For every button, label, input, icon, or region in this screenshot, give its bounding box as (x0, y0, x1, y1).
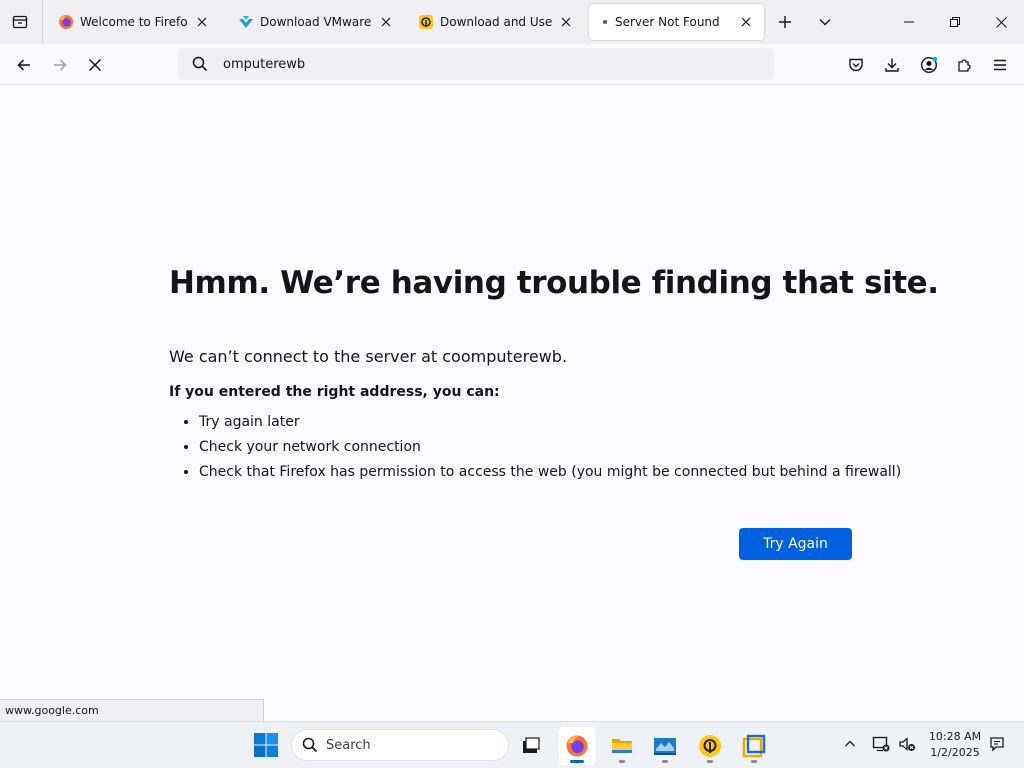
stop-icon (88, 58, 102, 72)
firefox-view-button[interactable] (6, 8, 34, 36)
back-button[interactable] (9, 50, 39, 80)
network-status-button[interactable] (871, 734, 891, 754)
suggestions-lead: If you entered the right address, you ca… (169, 384, 500, 400)
tab-download-ldplayer[interactable]: Download and Use LDP (404, 4, 584, 40)
monitor-app-icon (654, 738, 676, 755)
minimize-icon (904, 21, 914, 23)
task-view-icon (523, 737, 540, 753)
taskbar-virtualbox[interactable] (736, 727, 772, 765)
task-view-button[interactable] (513, 727, 549, 765)
running-indicator (707, 760, 713, 763)
vmware-download-icon (238, 14, 254, 30)
restore-icon (950, 17, 960, 27)
folder-icon (612, 739, 632, 753)
page-content: Hmm. We’re having trouble finding that s… (0, 85, 1024, 721)
tab-close-icon[interactable] (738, 14, 754, 30)
address-bar[interactable] (178, 48, 774, 80)
tab-strip: Welcome to Firefox Download VMware Wo Do… (0, 0, 1024, 44)
active-indicator (570, 760, 584, 763)
clock-time: 10:28 AM (928, 730, 982, 743)
firefox-view-icon (12, 15, 28, 29)
notifications-button[interactable] (987, 734, 1007, 754)
try-again-button[interactable]: Try Again (739, 528, 852, 560)
forward-button[interactable] (45, 50, 75, 80)
arrow-right-icon (54, 59, 67, 71)
start-button[interactable] (253, 732, 279, 758)
restore-button[interactable] (932, 0, 978, 44)
loading-dot-icon (603, 20, 607, 24)
account-button[interactable] (914, 50, 944, 80)
clock-date: 1/2/2025 (930, 746, 980, 759)
tab-download-vmware[interactable]: Download VMware Wo (224, 4, 404, 40)
taskbar-firefox[interactable] (559, 727, 595, 765)
show-hidden-icons-button[interactable] (840, 734, 860, 754)
tab-title: Welcome to Firefox (80, 15, 188, 29)
status-panel-url: www.google.com (0, 699, 264, 721)
search-icon (302, 737, 318, 753)
speaker-muted-icon (899, 737, 915, 751)
ldplayer-icon (699, 735, 721, 757)
list-item: Check that Firefox has permission to acc… (199, 464, 901, 480)
running-indicator (751, 760, 757, 763)
notification-bell-icon (990, 737, 1004, 752)
tab-strip-separator (42, 0, 43, 44)
running-indicator (662, 760, 668, 763)
pocket-icon (849, 58, 863, 72)
list-all-tabs-button[interactable] (811, 8, 839, 36)
extensions-button[interactable] (949, 50, 979, 80)
tab-welcome-to-firefox[interactable]: Welcome to Firefox (44, 4, 220, 40)
running-indicator (619, 760, 625, 763)
volume-button[interactable] (897, 734, 917, 754)
list-item: Check your network connection (199, 439, 869, 455)
tab-title: Download VMware Wo (260, 15, 372, 29)
windows-taskbar: Search 10:28 AM 1/2/2025 (0, 721, 1024, 768)
tab-close-icon[interactable] (194, 14, 210, 30)
firefox-icon (58, 14, 74, 30)
error-title: Hmm. We’re having trouble finding that s… (169, 265, 939, 301)
puzzle-icon (958, 59, 971, 72)
close-icon (995, 16, 1007, 28)
search-label: Search (326, 737, 371, 753)
cube-app-icon (742, 734, 766, 758)
error-message: Hmm. We’re having trouble finding that s… (169, 265, 939, 489)
new-tab-button[interactable] (771, 8, 799, 36)
taskbar-file-explorer[interactable] (604, 727, 640, 765)
tab-title: Server Not Found (615, 15, 720, 29)
taskbar-clock[interactable]: 10:28 AM 1/2/2025 (924, 729, 986, 761)
chevron-up-icon (845, 740, 855, 747)
tab-title: Download and Use LDP (440, 15, 552, 29)
navigation-toolbar (0, 44, 1024, 85)
taskbar-ldplayer[interactable] (692, 727, 728, 765)
tab-server-not-found[interactable]: Server Not Found (589, 4, 764, 40)
minimize-button[interactable] (886, 0, 932, 44)
error-description: We can’t connect to the server at coompu… (169, 347, 568, 366)
url-input[interactable] (223, 56, 743, 72)
ldplayer-icon (418, 14, 434, 30)
download-icon (885, 58, 899, 72)
taskbar-search-box[interactable]: Search (291, 729, 509, 761)
suggestions-list: Try again later Check your network conne… (199, 414, 901, 480)
application-menu-button[interactable] (985, 50, 1015, 80)
firefox-icon (566, 735, 588, 757)
arrow-left-icon (17, 59, 30, 71)
list-item: Try again later (199, 414, 869, 430)
plus-icon (779, 16, 791, 28)
windows-logo-icon (254, 733, 278, 757)
downloads-button[interactable] (877, 50, 907, 80)
taskbar-vmware-workstation[interactable] (647, 727, 683, 765)
close-window-button[interactable] (978, 0, 1024, 44)
pocket-button[interactable] (841, 50, 871, 80)
network-disconnected-icon (872, 736, 890, 752)
tab-close-icon[interactable] (558, 14, 574, 30)
stop-loading-button[interactable] (80, 50, 110, 80)
tab-close-icon[interactable] (378, 14, 394, 30)
hamburger-menu-icon (994, 59, 1006, 71)
chevron-down-icon (819, 19, 831, 26)
search-icon (180, 56, 220, 72)
account-icon (920, 56, 938, 74)
